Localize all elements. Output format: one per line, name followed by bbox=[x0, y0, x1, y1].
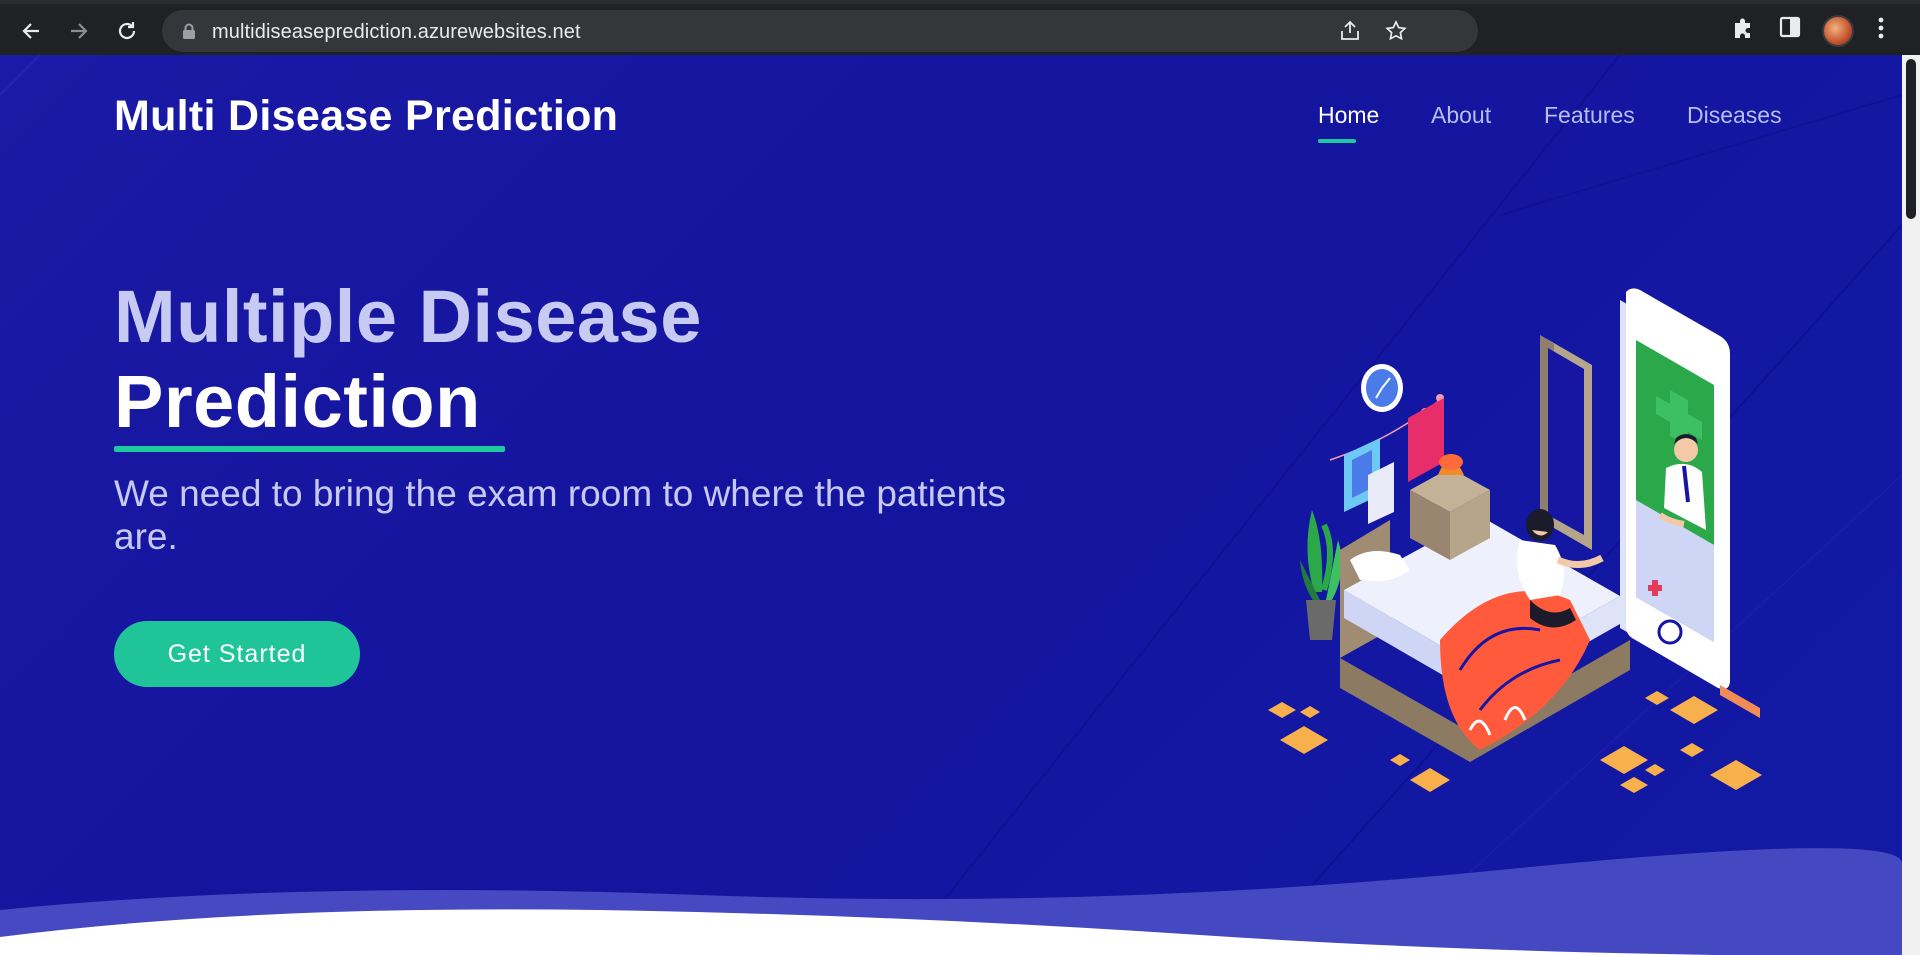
smartphone-icon bbox=[1620, 288, 1760, 718]
nav-about[interactable]: About bbox=[1431, 102, 1491, 129]
menu-icon[interactable] bbox=[1876, 15, 1886, 46]
wall-clock-icon bbox=[1361, 364, 1403, 412]
telemedicine-illustration bbox=[1268, 288, 1762, 793]
site-logo[interactable]: Multi Disease Prediction bbox=[114, 92, 618, 141]
page-scrollbar[interactable] bbox=[1902, 55, 1920, 955]
reload-icon[interactable] bbox=[110, 14, 144, 48]
hero-subtitle: We need to bring the exam room to where … bbox=[114, 473, 1006, 557]
share-icon[interactable] bbox=[1338, 19, 1362, 48]
page-viewport: Multi Disease Prediction Home About Feat… bbox=[0, 55, 1902, 955]
lock-icon[interactable] bbox=[182, 23, 196, 45]
scrollbar-thumb[interactable] bbox=[1906, 59, 1916, 219]
potted-plant-icon bbox=[1300, 510, 1342, 640]
hero-section: Multi Disease Prediction Home About Feat… bbox=[0, 55, 1902, 955]
address-bar[interactable]: multidiseaseprediction.azurewebsites.net bbox=[162, 10, 1478, 52]
sidepanel-icon[interactable] bbox=[1778, 15, 1802, 44]
nav-home[interactable]: Home bbox=[1318, 102, 1379, 129]
hero-title-line2: Prediction bbox=[114, 360, 481, 443]
star-icon[interactable] bbox=[1384, 19, 1408, 48]
hero-title-line1: Multiple Disease bbox=[114, 275, 702, 358]
hero-title-underline bbox=[114, 446, 505, 452]
nav-features[interactable]: Features bbox=[1544, 102, 1635, 129]
forward-icon[interactable] bbox=[62, 14, 96, 48]
hero-bottom-wave bbox=[0, 848, 1902, 955]
get-started-button[interactable]: Get Started bbox=[114, 621, 360, 687]
extensions-icon[interactable] bbox=[1730, 15, 1756, 46]
browser-toolbar: multidiseaseprediction.azurewebsites.net bbox=[0, 0, 1920, 55]
nav-active-indicator bbox=[1318, 139, 1356, 143]
bed-icon bbox=[1340, 516, 1630, 762]
back-icon[interactable] bbox=[14, 14, 48, 48]
url-text[interactable]: multidiseaseprediction.azurewebsites.net bbox=[212, 21, 581, 44]
nav-diseases[interactable]: Diseases bbox=[1687, 102, 1782, 129]
profile-avatar[interactable] bbox=[1822, 15, 1854, 47]
